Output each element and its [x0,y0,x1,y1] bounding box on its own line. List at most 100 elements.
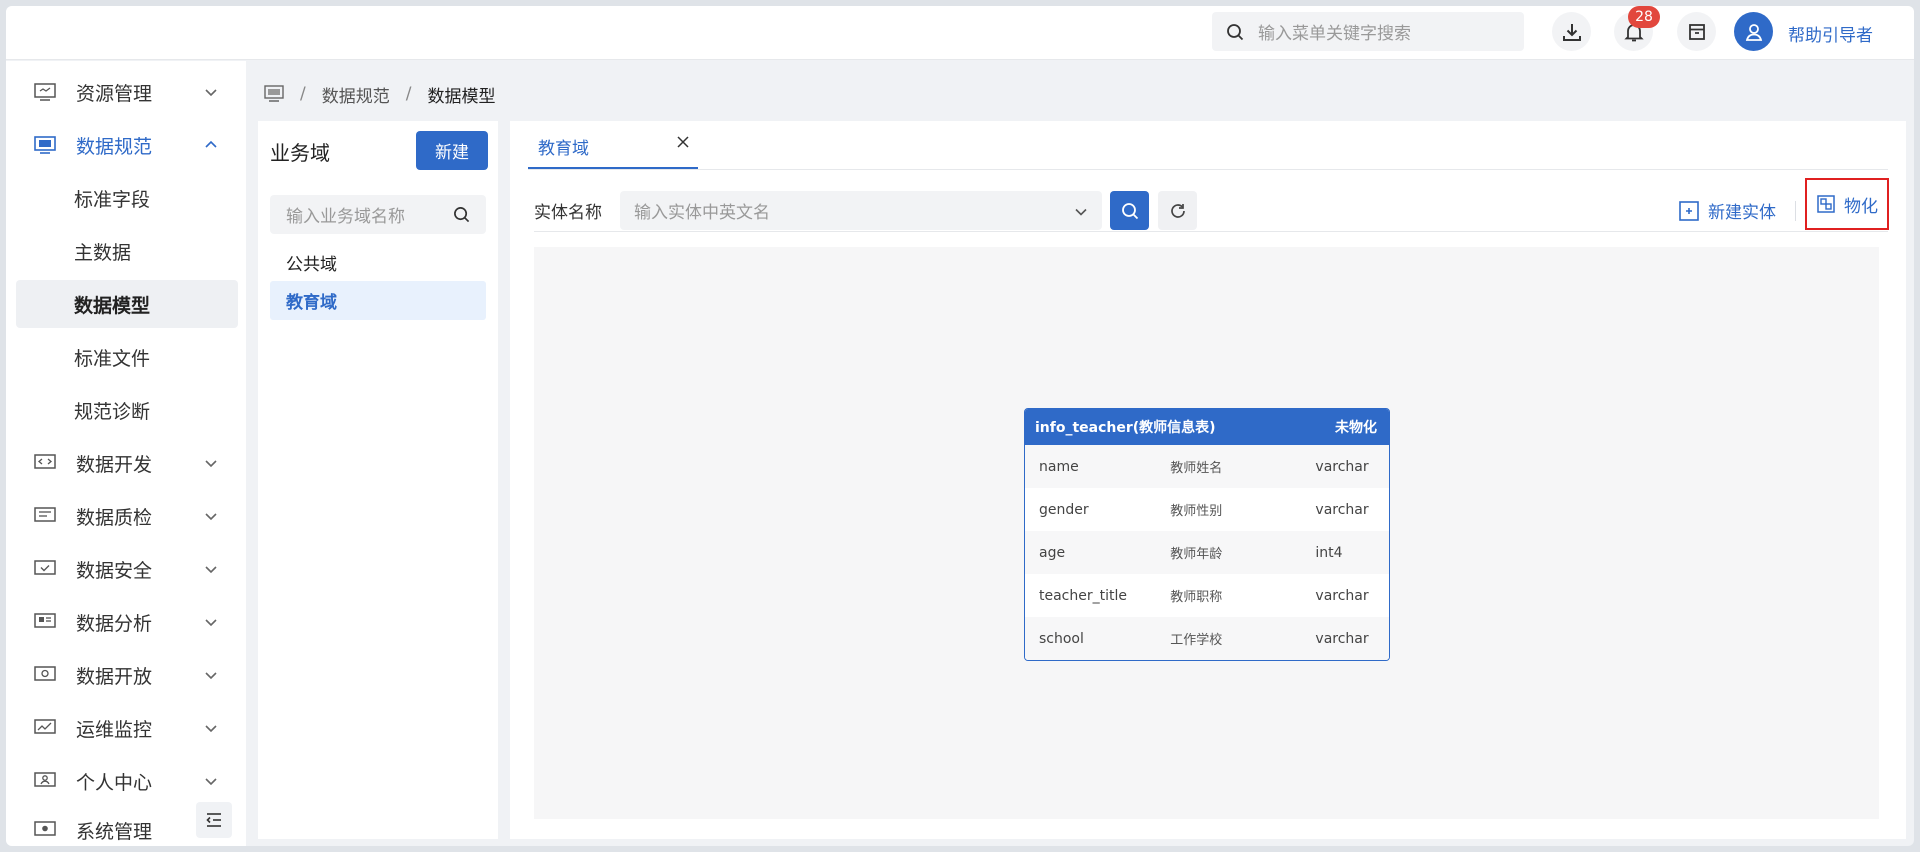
domain-search-placeholder: 输入业务域名称 [286,207,405,227]
search-icon [454,207,470,223]
search-button[interactable] [1110,191,1149,230]
sidebar-subitem-standard-file[interactable]: 标准文件 [16,333,238,381]
add-entity-icon [1679,200,1699,221]
chevron-down-icon [205,725,217,733]
materialize-button[interactable]: 物化 [1805,178,1889,230]
chevron-down-icon [205,89,217,97]
field-name: name [1039,458,1079,475]
avatar[interactable] [1734,12,1773,51]
sidebar-item-label: 数据质检 [76,506,153,529]
toolbar-bottom-divider [534,231,1888,232]
domain-item-education[interactable]: 教育域 [270,281,486,320]
sidebar-item-label: 运维监控 [76,718,153,741]
sidebar-item-quality[interactable]: 数据质检 [16,492,238,540]
chevron-down-icon [205,672,217,680]
entity-header: info_teacher(教师信息表) 未物化 [1025,409,1389,445]
model-canvas[interactable]: info_teacher(教师信息表) 未物化 name 教师姓名 varcha… [534,247,1879,819]
sidebar-item-label: 系统管理 [76,820,153,843]
sidebar-subitem-master-data[interactable]: 主数据 [16,227,238,275]
entity-title: info_teacher(教师信息表) [1035,420,1216,436]
chevron-up-icon [205,140,217,148]
sidebar-item-label: 资源管理 [76,82,153,105]
sidebar-subitem-data-model[interactable]: 数据模型 [16,280,238,328]
sidebar-item-user-center[interactable]: 个人中心 [16,757,238,805]
new-entity-label: 新建实体 [1708,203,1776,223]
new-entity-button[interactable]: 新建实体 [1678,191,1776,230]
refresh-icon [1170,203,1185,218]
entity-card[interactable]: info_teacher(教师信息表) 未物化 name 教师姓名 varcha… [1024,408,1390,661]
user-icon [1745,23,1762,41]
chevron-down-icon [205,566,217,574]
sidebar-item-analysis[interactable]: 数据分析 [16,598,238,646]
sidebar-collapse-button[interactable] [196,802,232,838]
username-link[interactable]: 帮助引导者 [1788,21,1873,46]
field-type: varchar [1315,458,1369,475]
chevron-down-icon [1075,208,1087,216]
field-type: varchar [1315,587,1369,604]
notification-badge: 28 [1628,6,1660,28]
domain-search-input[interactable]: 输入业务域名称 [270,195,486,234]
breadcrumb-separator: / [300,84,306,104]
field-type: varchar [1315,501,1369,518]
sidebar-subitem-diagnosis[interactable]: 规范诊断 [16,386,238,434]
entity-field-row: teacher_title 教师职称 varchar [1025,574,1389,617]
top-bar: 输入菜单关键字搜索 28 帮助引导者 [6,6,1914,60]
sidebar-item-label: 数据分析 [76,612,153,635]
archive-icon [1688,23,1705,40]
field-label: 教师性别 [1170,504,1223,519]
entity-field-row: name 教师姓名 varchar [1025,445,1389,488]
chevron-down-icon [205,619,217,627]
entity-field-row: school 工作学校 varchar [1025,617,1389,660]
archive-button[interactable] [1677,12,1716,51]
sidebar-subitem-standard-field[interactable]: 标准字段 [16,174,238,222]
materialize-icon [1817,195,1835,213]
close-icon[interactable] [676,135,690,149]
sidebar-item-label: 个人中心 [76,771,153,794]
field-name: teacher_title [1039,587,1127,604]
entity-name-label: 实体名称 [534,203,602,223]
user-center-icon [34,772,56,787]
download-icon [1562,23,1581,41]
domain-panel-title: 业务域 [270,141,330,165]
sidebar-item-resource[interactable]: 资源管理 [16,68,238,116]
collapse-menu-icon [206,813,221,827]
sidebar: 资源管理 数据规范 标准字段 主数据 数据模型 标准文件 规范诊断 数据开发 数… [6,61,246,846]
field-name: school [1039,630,1084,647]
security-icon [34,560,56,575]
search-icon [1121,202,1138,219]
breadcrumb-item[interactable]: 数据规范 [322,82,390,107]
domain-item-public[interactable]: 公共域 [270,243,486,282]
chevron-down-icon [205,778,217,786]
field-label: 教师职称 [1170,590,1223,605]
tab-label: 教育域 [538,138,589,159]
tab-education[interactable]: 教育域 [528,125,698,170]
entity-name-placeholder: 输入实体中英文名 [634,203,770,223]
entity-name-select[interactable]: 输入实体中英文名 [620,191,1102,230]
chevron-down-icon [205,460,217,468]
field-label: 教师年龄 [1170,547,1223,562]
resource-icon [34,83,56,101]
sidebar-item-monitor[interactable]: 运维监控 [16,704,238,752]
analysis-icon [34,613,56,628]
field-label: 工作学校 [1170,633,1223,648]
materialize-label: 物化 [1844,196,1878,217]
download-button[interactable] [1552,12,1591,51]
field-name: age [1039,544,1066,561]
menu-search-input[interactable]: 输入菜单关键字搜索 [1212,12,1524,51]
entity-field-row: age 教师年龄 int4 [1025,531,1389,574]
new-domain-button[interactable]: 新建 [416,131,488,170]
sidebar-item-label: 数据开发 [76,453,153,476]
refresh-button[interactable] [1158,191,1197,230]
sidebar-item-open[interactable]: 数据开放 [16,651,238,699]
entity-field-row: gender 教师性别 varchar [1025,488,1389,531]
system-icon [34,821,56,836]
spec-icon [34,136,56,154]
home-icon[interactable] [264,85,284,103]
sidebar-item-security[interactable]: 数据安全 [16,545,238,593]
sidebar-item-system[interactable]: 系统管理 [16,806,186,846]
breadcrumb-current: 数据模型 [427,86,496,107]
sidebar-item-spec[interactable]: 数据规范 [16,121,238,169]
tab-divider [528,169,1888,170]
code-icon [34,454,56,469]
sidebar-item-dev[interactable]: 数据开发 [16,439,238,487]
